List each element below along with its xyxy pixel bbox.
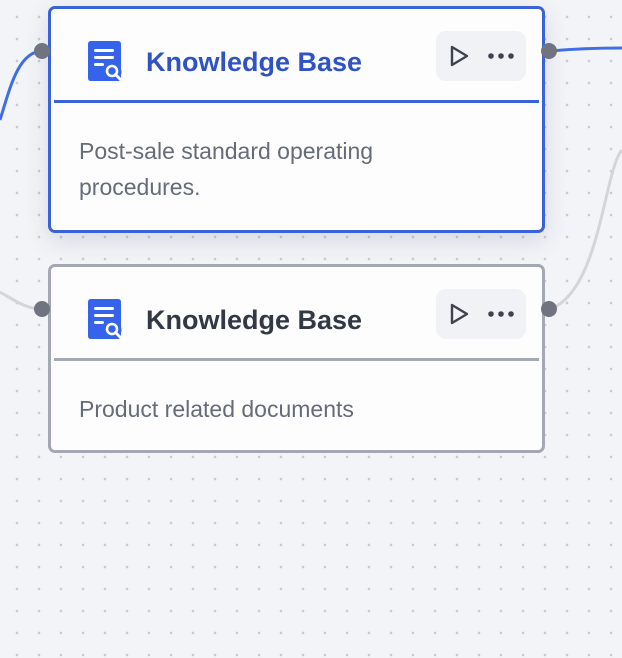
inactive-edge-out[interactable]: [549, 148, 622, 311]
node-header: Knowledge Base: [54, 9, 539, 103]
run-play-icon[interactable]: [446, 300, 472, 328]
active-edge-in[interactable]: [0, 49, 43, 121]
run-play-icon[interactable]: [446, 42, 472, 70]
node-1-input-port[interactable]: [34, 43, 50, 59]
knowledge-base-search-icon: [88, 41, 122, 81]
node-description: Product related documents: [79, 396, 354, 422]
node-actions: [436, 31, 526, 81]
active-edge-out[interactable]: [549, 46, 622, 53]
node-2-input-port[interactable]: [34, 301, 50, 317]
node-description: Post-sale standard operating procedures.: [79, 138, 374, 200]
node-2-output-port[interactable]: [541, 301, 557, 317]
more-horizontal-icon[interactable]: [486, 45, 516, 67]
knowledge-base-node[interactable]: Knowledge Base Product related documents: [48, 264, 545, 453]
knowledge-base-search-icon: [88, 299, 122, 339]
more-horizontal-icon[interactable]: [486, 303, 516, 325]
node-actions: [436, 289, 526, 339]
node-title: Knowledge Base: [146, 305, 363, 335]
knowledge-base-node-selected[interactable]: Knowledge Base Post-sale standard operat…: [48, 6, 545, 233]
node-1-output-port[interactable]: [541, 43, 557, 59]
node-header: Knowledge Base: [54, 267, 539, 361]
node-title: Knowledge Base: [146, 47, 363, 77]
